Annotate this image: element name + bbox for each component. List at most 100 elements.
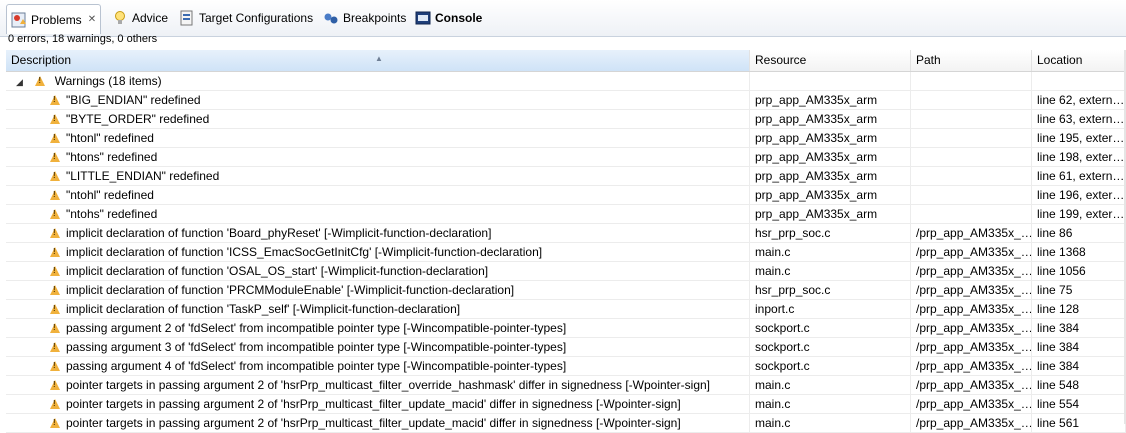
description-cell: "htonl" redefined bbox=[6, 129, 750, 147]
column-header-path[interactable]: Path bbox=[911, 50, 1032, 71]
group-row-warnings[interactable]: ◢ Warnings (18 items) bbox=[6, 72, 1126, 91]
lightbulb-icon bbox=[112, 10, 128, 26]
resource-cell: prp_app_AM335x_arm bbox=[750, 148, 911, 166]
path-cell bbox=[911, 129, 1032, 147]
table-row[interactable]: passing argument 3 of 'fdSelect' from in… bbox=[6, 338, 1126, 357]
table-row[interactable]: passing argument 2 of 'fdSelect' from in… bbox=[6, 319, 1126, 338]
path-cell: /prp_app_AM335x_… bbox=[911, 262, 1032, 280]
warning-icon bbox=[50, 133, 60, 143]
group-label: Warnings (18 items) bbox=[54, 74, 162, 88]
table-row[interactable]: "ntohs" redefined prp_app_AM335x_arm line … bbox=[6, 205, 1126, 224]
warning-icon bbox=[50, 399, 60, 409]
resource-cell: sockport.c bbox=[750, 357, 911, 375]
table-row[interactable]: "LITTLE_ENDIAN" redefined prp_app_AM335x_… bbox=[6, 167, 1126, 186]
description-cell: implicit declaration of function 'TaskP_… bbox=[6, 300, 750, 318]
path-cell: /prp_app_AM335x_… bbox=[911, 281, 1032, 299]
description-cell: implicit declaration of function 'Board_… bbox=[6, 224, 750, 242]
table-row[interactable]: implicit declaration of function 'OSAL_O… bbox=[6, 262, 1126, 281]
table-row[interactable]: "ntohl" redefined prp_app_AM335x_arm line … bbox=[6, 186, 1126, 205]
table-row[interactable]: implicit declaration of function 'ICSS_E… bbox=[6, 243, 1126, 262]
warning-description: pointer targets in passing argument 2 of… bbox=[66, 397, 681, 411]
column-header-path-label: Path bbox=[916, 53, 941, 67]
column-header-resource[interactable]: Resource bbox=[750, 50, 911, 71]
resource-cell: main.c bbox=[750, 395, 911, 413]
problems-table: ◢ Warnings (18 items) "BIG_ENDIAN" redef… bbox=[6, 72, 1126, 433]
warning-icon bbox=[50, 361, 60, 371]
description-cell: "ntohl" redefined bbox=[6, 186, 750, 204]
description-cell: "htons" redefined bbox=[6, 148, 750, 166]
path-cell: /prp_app_AM335x_… bbox=[911, 357, 1032, 375]
location-cell: line 554 bbox=[1032, 395, 1126, 413]
resource-cell: prp_app_AM335x_arm bbox=[750, 186, 911, 204]
location-cell: line 61, extern… bbox=[1032, 167, 1126, 185]
table-header: Description ▲ Resource Path Location bbox=[6, 50, 1126, 72]
warning-icon bbox=[50, 266, 60, 276]
column-header-resource-label: Resource bbox=[755, 53, 807, 67]
description-cell: "BIG_ENDIAN" redefined bbox=[6, 91, 750, 109]
warning-icon bbox=[50, 418, 60, 428]
path-cell: /prp_app_AM335x_… bbox=[911, 319, 1032, 337]
table-row[interactable]: "BIG_ENDIAN" redefined prp_app_AM335x_arm… bbox=[6, 91, 1126, 110]
resource-cell: prp_app_AM335x_arm bbox=[750, 91, 911, 109]
path-cell: /prp_app_AM335x_… bbox=[911, 243, 1032, 261]
column-header-location[interactable]: Location bbox=[1032, 50, 1126, 71]
table-row[interactable]: pointer targets in passing argument 2 of… bbox=[6, 395, 1126, 414]
warning-description: implicit declaration of function 'Board_… bbox=[66, 226, 492, 240]
column-header-description[interactable]: Description ▲ bbox=[6, 50, 750, 71]
collapse-icon[interactable]: ◢ bbox=[16, 73, 26, 90]
warning-icon bbox=[50, 323, 60, 333]
tab-console-label: Console bbox=[435, 11, 483, 25]
resource-cell: sockport.c bbox=[750, 319, 911, 337]
path-cell bbox=[911, 148, 1032, 166]
description-cell: passing argument 2 of 'fdSelect' from in… bbox=[6, 319, 750, 337]
description-cell: implicit declaration of function 'PRCMMo… bbox=[6, 281, 750, 299]
tab-problems-label: Problems bbox=[31, 12, 82, 27]
location-cell: line 62, extern… bbox=[1032, 91, 1126, 109]
warning-description: "ntohs" redefined bbox=[66, 207, 158, 221]
resource-cell: prp_app_AM335x_arm bbox=[750, 205, 911, 223]
tab-target-configurations[interactable]: Target Configurations bbox=[179, 4, 313, 32]
warning-icon bbox=[50, 228, 60, 238]
path-cell: /prp_app_AM335x_… bbox=[911, 376, 1032, 394]
warning-description: passing argument 4 of 'fdSelect' from in… bbox=[66, 359, 567, 373]
resource-cell: prp_app_AM335x_arm bbox=[750, 129, 911, 147]
description-cell: "LITTLE_ENDIAN" redefined bbox=[6, 167, 750, 185]
location-cell: line 548 bbox=[1032, 376, 1126, 394]
description-cell: passing argument 3 of 'fdSelect' from in… bbox=[6, 338, 750, 356]
close-icon[interactable]: ✕ bbox=[88, 14, 96, 25]
table-row[interactable]: implicit declaration of function 'PRCMMo… bbox=[6, 281, 1126, 300]
table-row[interactable]: passing argument 4 of 'fdSelect' from in… bbox=[6, 357, 1126, 376]
warning-description: "BIG_ENDIAN" redefined bbox=[66, 93, 201, 107]
path-cell: /prp_app_AM335x_… bbox=[911, 300, 1032, 318]
table-row[interactable]: "htons" redefined prp_app_AM335x_arm line … bbox=[6, 148, 1126, 167]
location-cell: line 63, extern… bbox=[1032, 110, 1126, 128]
description-cell: "BYTE_ORDER" redefined bbox=[6, 110, 750, 128]
tab-console[interactable]: Console bbox=[415, 4, 482, 32]
warning-description: "BYTE_ORDER" redefined bbox=[66, 112, 210, 126]
resource-cell: sockport.c bbox=[750, 338, 911, 356]
warning-icon bbox=[50, 114, 60, 124]
warning-description: pointer targets in passing argument 2 of… bbox=[66, 378, 711, 392]
tab-advice[interactable]: Advice bbox=[112, 4, 168, 32]
path-cell: /prp_app_AM335x_… bbox=[911, 338, 1032, 356]
resource-cell: hsr_prp_soc.c bbox=[750, 281, 911, 299]
warning-icon bbox=[50, 247, 60, 257]
location-cell: line 195, exter… bbox=[1032, 129, 1126, 147]
warning-description: passing argument 2 of 'fdSelect' from in… bbox=[66, 321, 567, 335]
warning-description: passing argument 3 of 'fdSelect' from in… bbox=[66, 340, 567, 354]
resource-cell: main.c bbox=[750, 414, 911, 432]
table-row[interactable]: "htonl" redefined prp_app_AM335x_arm line … bbox=[6, 129, 1126, 148]
tab-problems[interactable]: Problems ✕ bbox=[6, 4, 102, 34]
table-row[interactable]: implicit declaration of function 'TaskP_… bbox=[6, 300, 1126, 319]
warning-icon bbox=[50, 285, 60, 295]
path-cell: /prp_app_AM335x_… bbox=[911, 224, 1032, 242]
table-row[interactable]: implicit declaration of function 'Board_… bbox=[6, 224, 1126, 243]
console-icon bbox=[415, 10, 431, 26]
warning-description: "htons" redefined bbox=[66, 150, 158, 164]
tab-breakpoints[interactable]: Breakpoints bbox=[323, 4, 406, 32]
warning-icon bbox=[50, 95, 60, 105]
table-row[interactable]: pointer targets in passing argument 2 of… bbox=[6, 376, 1126, 395]
table-row[interactable]: "BYTE_ORDER" redefined prp_app_AM335x_arm… bbox=[6, 110, 1126, 129]
warning-description: implicit declaration of function 'TaskP_… bbox=[66, 302, 461, 316]
location-cell: line 198, exter… bbox=[1032, 148, 1126, 166]
